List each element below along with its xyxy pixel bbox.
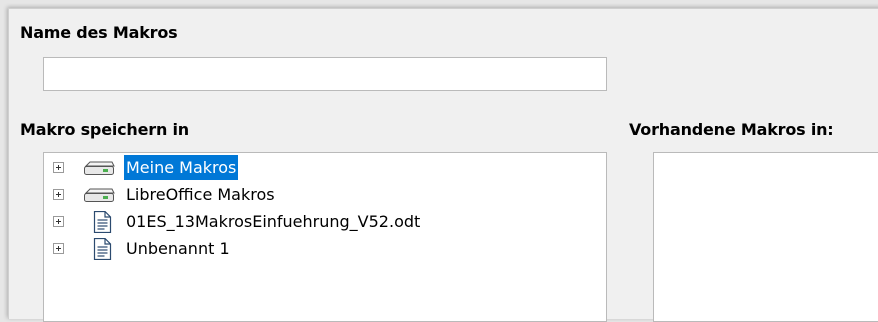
- tree-item-libreoffice-macros[interactable]: LibreOffice Makros: [44, 182, 604, 209]
- expand-icon[interactable]: [53, 189, 64, 200]
- tree-item-my-macros[interactable]: Meine Makros: [44, 155, 604, 182]
- document-icon: [82, 210, 116, 234]
- existing-macros-list[interactable]: [653, 152, 878, 322]
- save-in-label: Makro speichern in: [20, 120, 189, 139]
- tree-item-label: 01ES_13MakrosEinfuehrung_V52.odt: [126, 212, 421, 231]
- macro-dialog: Name des Makros Makro speichern in Vorha…: [8, 8, 878, 322]
- tree-item-label: Unbenannt 1: [126, 239, 230, 258]
- macro-name-input[interactable]: [43, 57, 607, 91]
- tree-item-label: LibreOffice Makros: [126, 185, 275, 204]
- tree-item-document-odt[interactable]: 01ES_13MakrosEinfuehrung_V52.odt: [44, 209, 604, 236]
- tree-item-unbenannt-1[interactable]: Unbenannt 1: [44, 236, 604, 263]
- document-icon: [82, 237, 116, 261]
- expand-icon[interactable]: [53, 216, 64, 227]
- existing-macros-label: Vorhandene Makros in:: [629, 120, 834, 139]
- library-tree[interactable]: Meine Makros LibreOffice Makros 01ES_13M…: [43, 152, 607, 322]
- expand-icon[interactable]: [53, 162, 64, 173]
- tree-item-label: Meine Makros: [124, 155, 239, 180]
- drive-icon: [82, 184, 116, 206]
- drive-icon: [82, 157, 116, 179]
- expand-icon[interactable]: [53, 243, 64, 254]
- macro-name-label: Name des Makros: [20, 23, 178, 42]
